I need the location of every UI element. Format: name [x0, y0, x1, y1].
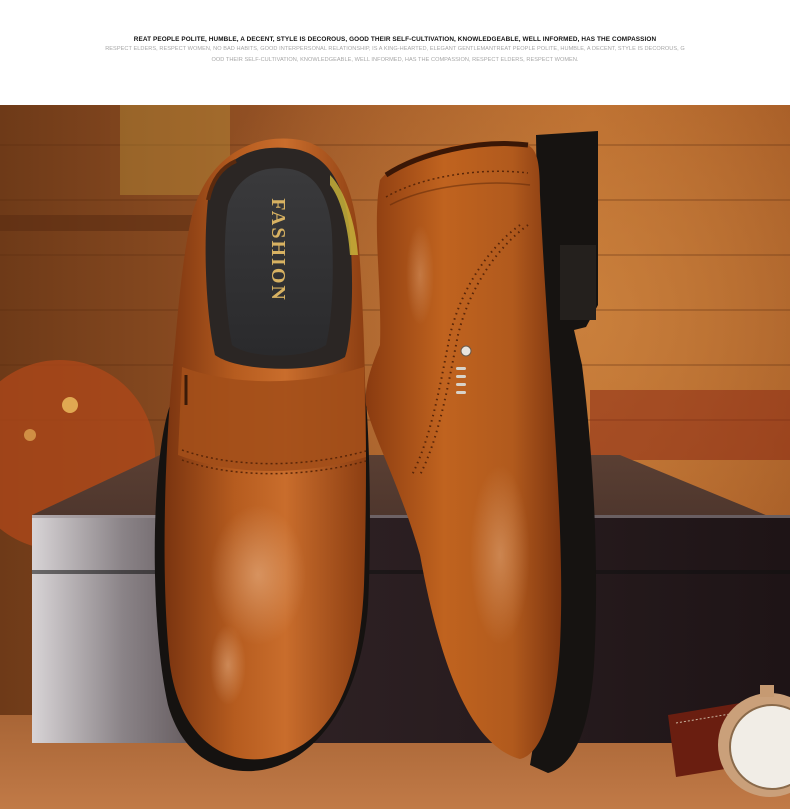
metal-stud — [460, 345, 472, 357]
product-photo: FASHION — [0, 105, 790, 809]
header-title: REAT PEOPLE POLITE, HUMBLE, A DECENT, ST… — [133, 36, 657, 43]
header-banner: REAT PEOPLE POLITE, HUMBLE, A DECENT, ST… — [0, 0, 790, 105]
shoe-box — [32, 515, 790, 743]
insole-brand-text: FASHION — [267, 198, 289, 302]
header-subtext-line-1: RESPECT ELDERS, RESPECT WOMEN, NO BAD HA… — [105, 46, 685, 52]
header-subtext-line-2: OOD THEIR SELF-CULTIVATION, KNOWLEDGEABL… — [211, 57, 579, 63]
